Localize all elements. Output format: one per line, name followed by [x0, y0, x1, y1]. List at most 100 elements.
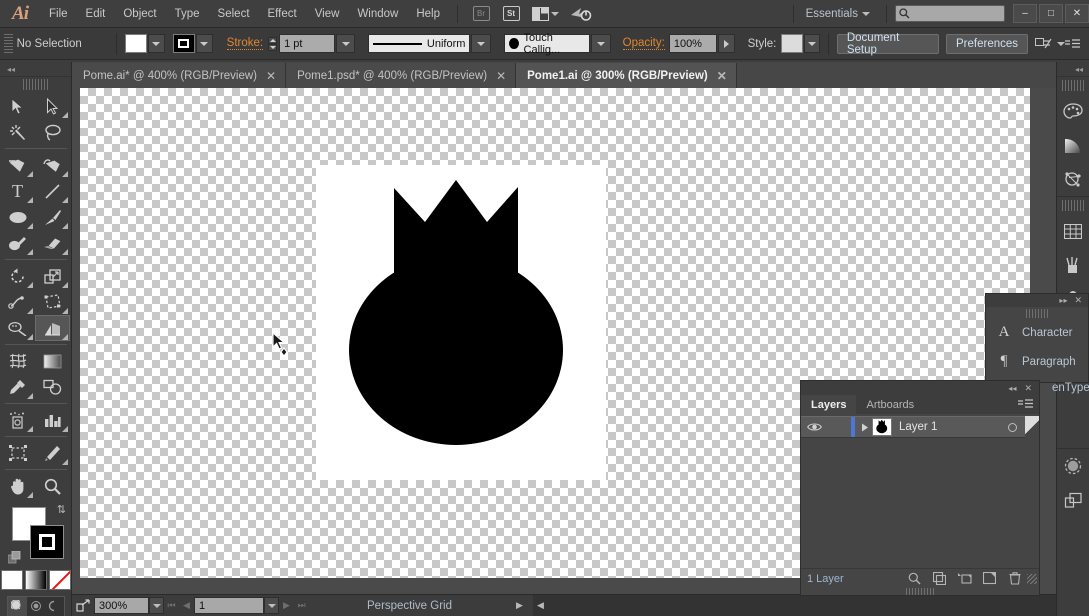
transform-panel-icon[interactable] [1057, 214, 1089, 248]
dock-grip-1[interactable] [1062, 80, 1084, 91]
stroke-weight-stepper[interactable] [268, 37, 277, 51]
table-row[interactable]: Layer 1 [801, 416, 1039, 438]
stock-icon[interactable]: St [498, 4, 524, 24]
search-input[interactable] [895, 5, 1005, 22]
close-icon[interactable]: ✕ [496, 69, 506, 83]
stroke-weight-field[interactable]: 1 pt [279, 34, 335, 53]
appearance-panel-icon[interactable] [1057, 449, 1089, 483]
panel-resize-handle[interactable] [1027, 574, 1037, 584]
character-panel-grip[interactable] [1026, 309, 1048, 318]
stroke-swatch-group[interactable] [173, 34, 213, 53]
status-menu-icon[interactable]: ▶ [512, 597, 527, 614]
zoom-dropdown[interactable] [149, 597, 164, 614]
eye-icon[interactable] [801, 422, 827, 432]
layer-name[interactable]: Layer 1 [899, 421, 999, 433]
layers-panel-icon[interactable] [1057, 483, 1089, 517]
next-artboard-icon[interactable]: ▶ [279, 597, 294, 614]
first-artboard-icon[interactable]: ⏮ [164, 597, 179, 614]
zoom-tool[interactable] [35, 473, 70, 499]
rotate-tool[interactable] [0, 263, 35, 289]
make-clipping-mask-icon[interactable] [927, 572, 952, 585]
color-panel-icon[interactable] [1057, 94, 1089, 128]
gradient-button[interactable] [25, 570, 47, 590]
blend-tool[interactable] [35, 374, 70, 400]
none-button[interactable] [49, 570, 71, 590]
fill-swatch[interactable] [125, 34, 147, 53]
eyedropper-tool[interactable] [0, 374, 35, 400]
gradient-panel-icon[interactable] [1057, 128, 1089, 162]
brushes-panel-icon[interactable] [1057, 248, 1089, 282]
pomegranate-silhouette[interactable] [316, 165, 606, 480]
zoom-level-field[interactable]: 300% [94, 597, 149, 614]
document-tab-pome-ai[interactable]: Pome.ai* @ 400% (RGB/Preview) ✕ [72, 63, 286, 88]
document-setup-button[interactable]: Document Setup [837, 34, 939, 54]
new-layer-icon[interactable] [977, 572, 1002, 585]
menu-type[interactable]: Type [166, 0, 209, 28]
close-icon[interactable]: ✕ [266, 69, 276, 83]
workspace-label[interactable]: Essentials [802, 8, 862, 20]
stroke-weight-dropdown[interactable] [336, 34, 355, 53]
close-icon[interactable]: ✕ [717, 69, 727, 83]
collapse-icon[interactable]: ◂◂ [1008, 384, 1016, 393]
menu-file[interactable]: File [40, 0, 77, 28]
collapse-icon[interactable]: ▸▸ [1059, 296, 1067, 305]
horizontal-scrollbar[interactable]: ◀ [533, 595, 1089, 616]
graphic-style-dropdown[interactable] [804, 34, 820, 53]
workspace-chevron-icon[interactable] [862, 12, 870, 16]
menu-object[interactable]: Object [114, 0, 165, 28]
selection-tool[interactable] [0, 93, 35, 119]
document-tab-pome1-psd[interactable]: Pome1.psd* @ 400% (RGB/Preview) ✕ [286, 63, 516, 88]
share-icon[interactable] [72, 599, 94, 612]
perspective-grid-tool[interactable] [35, 315, 70, 341]
delete-selection-icon[interactable] [1002, 572, 1027, 585]
menu-edit[interactable]: Edit [77, 0, 115, 28]
line-segment-tool[interactable] [35, 178, 70, 204]
symbols-panel-icon[interactable] [1057, 162, 1089, 196]
stroke-profile-dropdown[interactable] [471, 34, 490, 53]
layers-empty-area[interactable] [801, 438, 1039, 568]
menu-help[interactable]: Help [407, 0, 449, 28]
last-artboard-icon[interactable]: ⏭ [294, 597, 309, 614]
blob-brush-tool[interactable] [0, 230, 35, 256]
previous-artboard-icon[interactable]: ◀ [179, 597, 194, 614]
menu-window[interactable]: Window [348, 0, 407, 28]
tab-artboards[interactable]: Artboards [856, 395, 924, 414]
target-circle-icon[interactable] [999, 423, 1025, 432]
draw-inside-button[interactable] [45, 597, 64, 616]
width-tool[interactable] [0, 289, 35, 315]
stroke-dropdown[interactable] [196, 34, 213, 53]
locate-object-icon[interactable] [902, 572, 927, 585]
stroke-label[interactable]: Stroke: [227, 37, 263, 50]
stepper-up[interactable] [268, 37, 277, 44]
control-bar-grip[interactable] [4, 34, 13, 54]
preferences-button[interactable]: Preferences [946, 34, 1028, 54]
fill-swatch-group[interactable] [125, 34, 165, 53]
panel-menu-icon[interactable] [1018, 399, 1034, 410]
symbol-sprayer-tool[interactable] [0, 407, 35, 433]
opacity-label[interactable]: Opacity: [623, 37, 665, 50]
tab-layers[interactable]: Layers [801, 395, 856, 414]
shape-builder-tool[interactable] [0, 315, 35, 341]
document-tab-pome1-ai[interactable]: Pome1.ai @ 300% (RGB/Preview) ✕ [516, 63, 737, 88]
artboard-number-field[interactable]: 1 [194, 597, 264, 614]
gradient-tool[interactable] [35, 348, 70, 374]
menu-view[interactable]: View [306, 0, 349, 28]
close-icon[interactable]: ✕ [1074, 295, 1082, 306]
magic-wand-tool[interactable] [0, 119, 35, 145]
free-transform-tool[interactable] [35, 289, 70, 315]
eraser-tool[interactable] [35, 230, 70, 256]
slice-tool[interactable] [35, 440, 70, 466]
panel-menu-icon[interactable] [1065, 38, 1081, 50]
artboard-dropdown[interactable] [264, 597, 279, 614]
brush-definition-combo[interactable]: Touch Callig... [504, 34, 591, 53]
swap-fill-stroke-icon[interactable]: ⇅ [57, 503, 66, 516]
stroke-color-swatch[interactable] [30, 525, 64, 559]
align-to-icon[interactable] [1035, 36, 1065, 51]
toolbar-collapse-icon[interactable]: ◂◂ [0, 62, 71, 77]
direct-selection-tool[interactable] [35, 93, 70, 119]
menu-effect[interactable]: Effect [259, 0, 306, 28]
pen-tool[interactable] [0, 152, 35, 178]
color-button[interactable] [1, 570, 23, 590]
draw-normal-button[interactable] [8, 597, 27, 616]
expand-panels-icon[interactable]: ◂◂ [1057, 62, 1089, 77]
